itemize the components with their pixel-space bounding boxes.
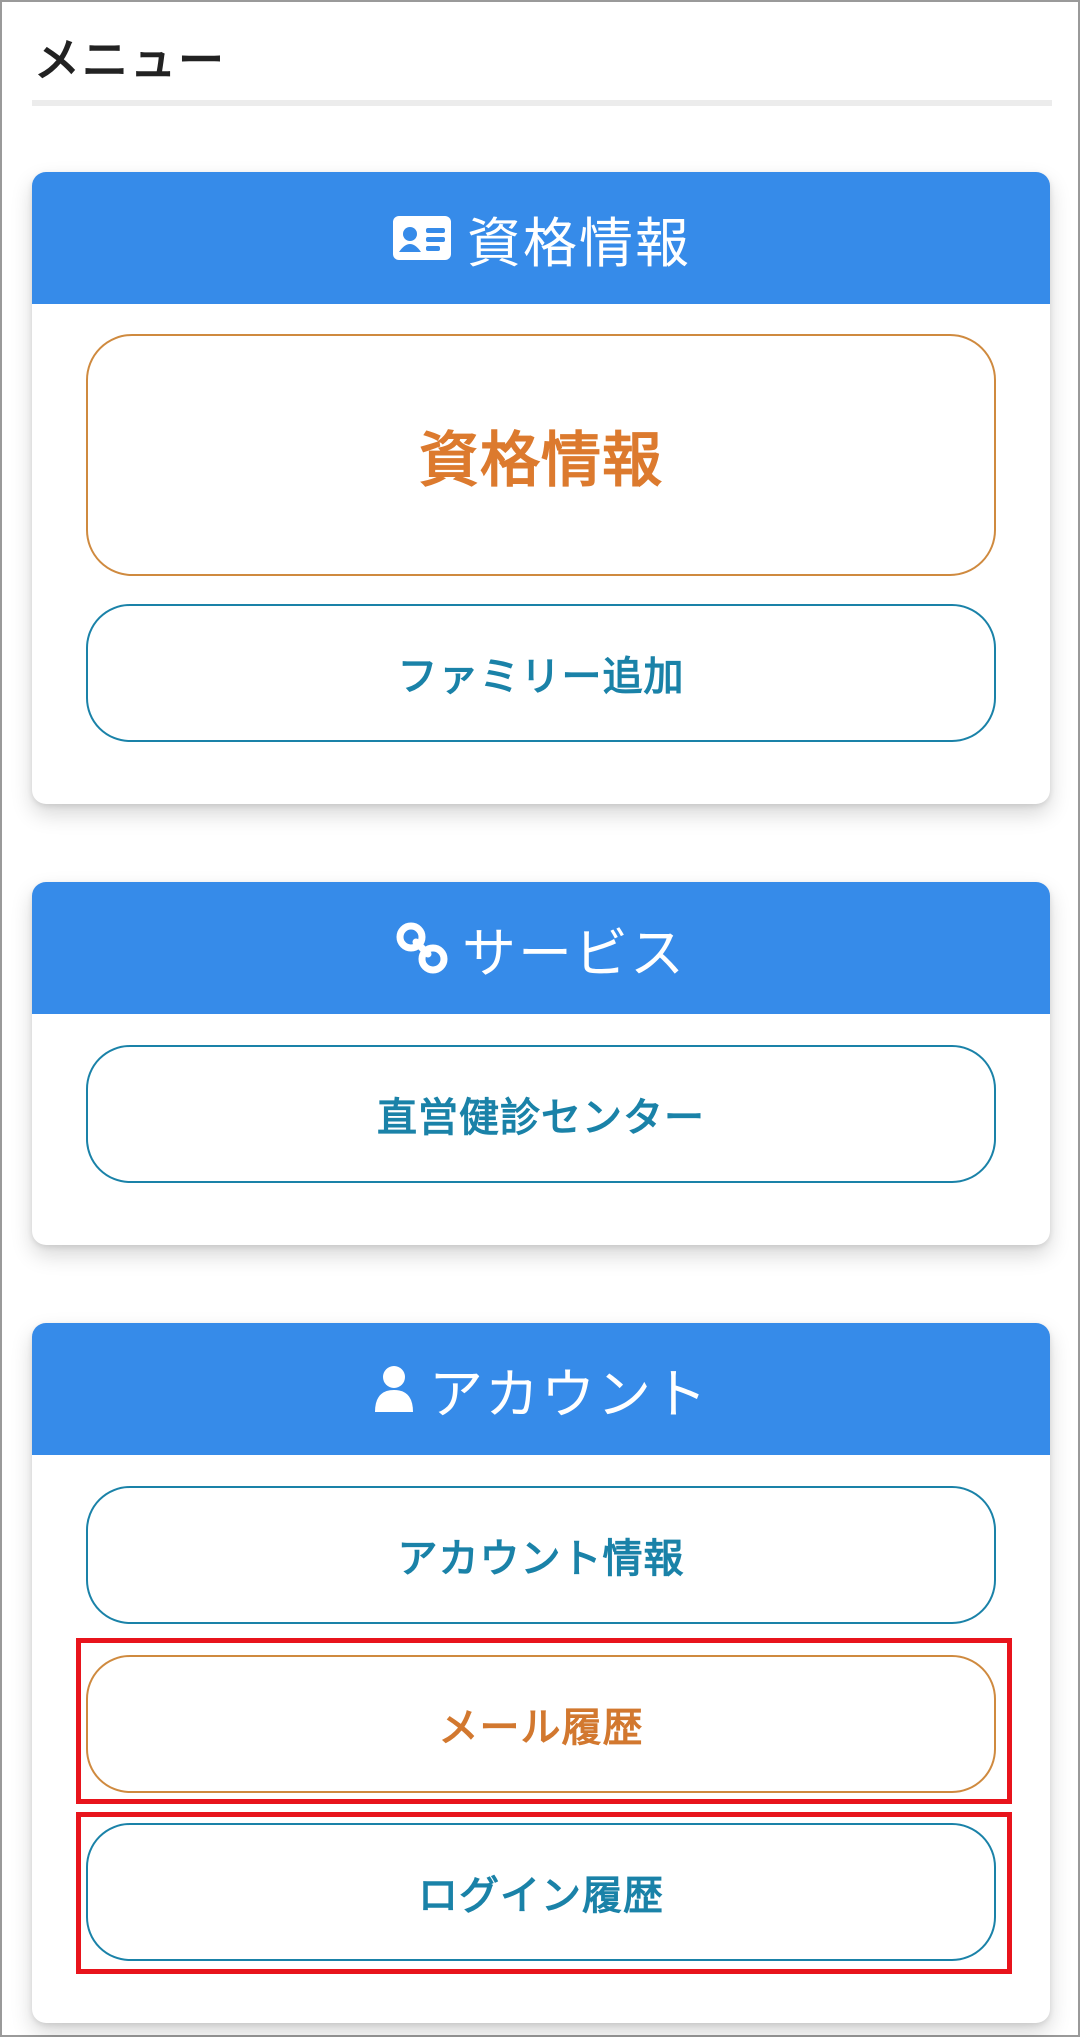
button-label: アカウント情報 xyxy=(397,1536,685,1582)
highlight-login-history xyxy=(76,1812,1012,1974)
section-header-account: アカウント xyxy=(32,1323,1050,1455)
button-label: 直営健診センター xyxy=(377,1095,705,1141)
account-info-button[interactable]: アカウント情報 xyxy=(86,1486,996,1624)
link-icon xyxy=(396,922,448,974)
title-divider xyxy=(32,100,1052,106)
qualification-info-button[interactable]: 資格情報 xyxy=(86,334,996,576)
section-header-service: サービス xyxy=(32,882,1050,1014)
section-title: アカウント xyxy=(429,1362,709,1426)
add-family-button[interactable]: ファミリー追加 xyxy=(86,604,996,742)
user-icon xyxy=(373,1364,415,1414)
health-center-button[interactable]: 直営健診センター xyxy=(86,1045,996,1183)
highlight-mail-history xyxy=(76,1638,1012,1804)
id-card-icon xyxy=(391,214,453,262)
section-qualification: 資格情報 資格情報 ファミリー追加 xyxy=(32,172,1050,804)
button-label: 資格情報 xyxy=(419,425,663,496)
button-label: ファミリー追加 xyxy=(397,654,685,700)
section-header-qualification: 資格情報 xyxy=(32,172,1050,304)
app-frame: メニュー 資格情報 資格情報 ファミリー追加 サービス 直営健診センター アカウ… xyxy=(0,0,1080,2037)
section-service: サービス 直営健診センター xyxy=(32,882,1050,1245)
section-title: サービス xyxy=(462,921,686,985)
page-title: メニュー xyxy=(34,33,226,87)
section-title: 資格情報 xyxy=(467,211,691,275)
